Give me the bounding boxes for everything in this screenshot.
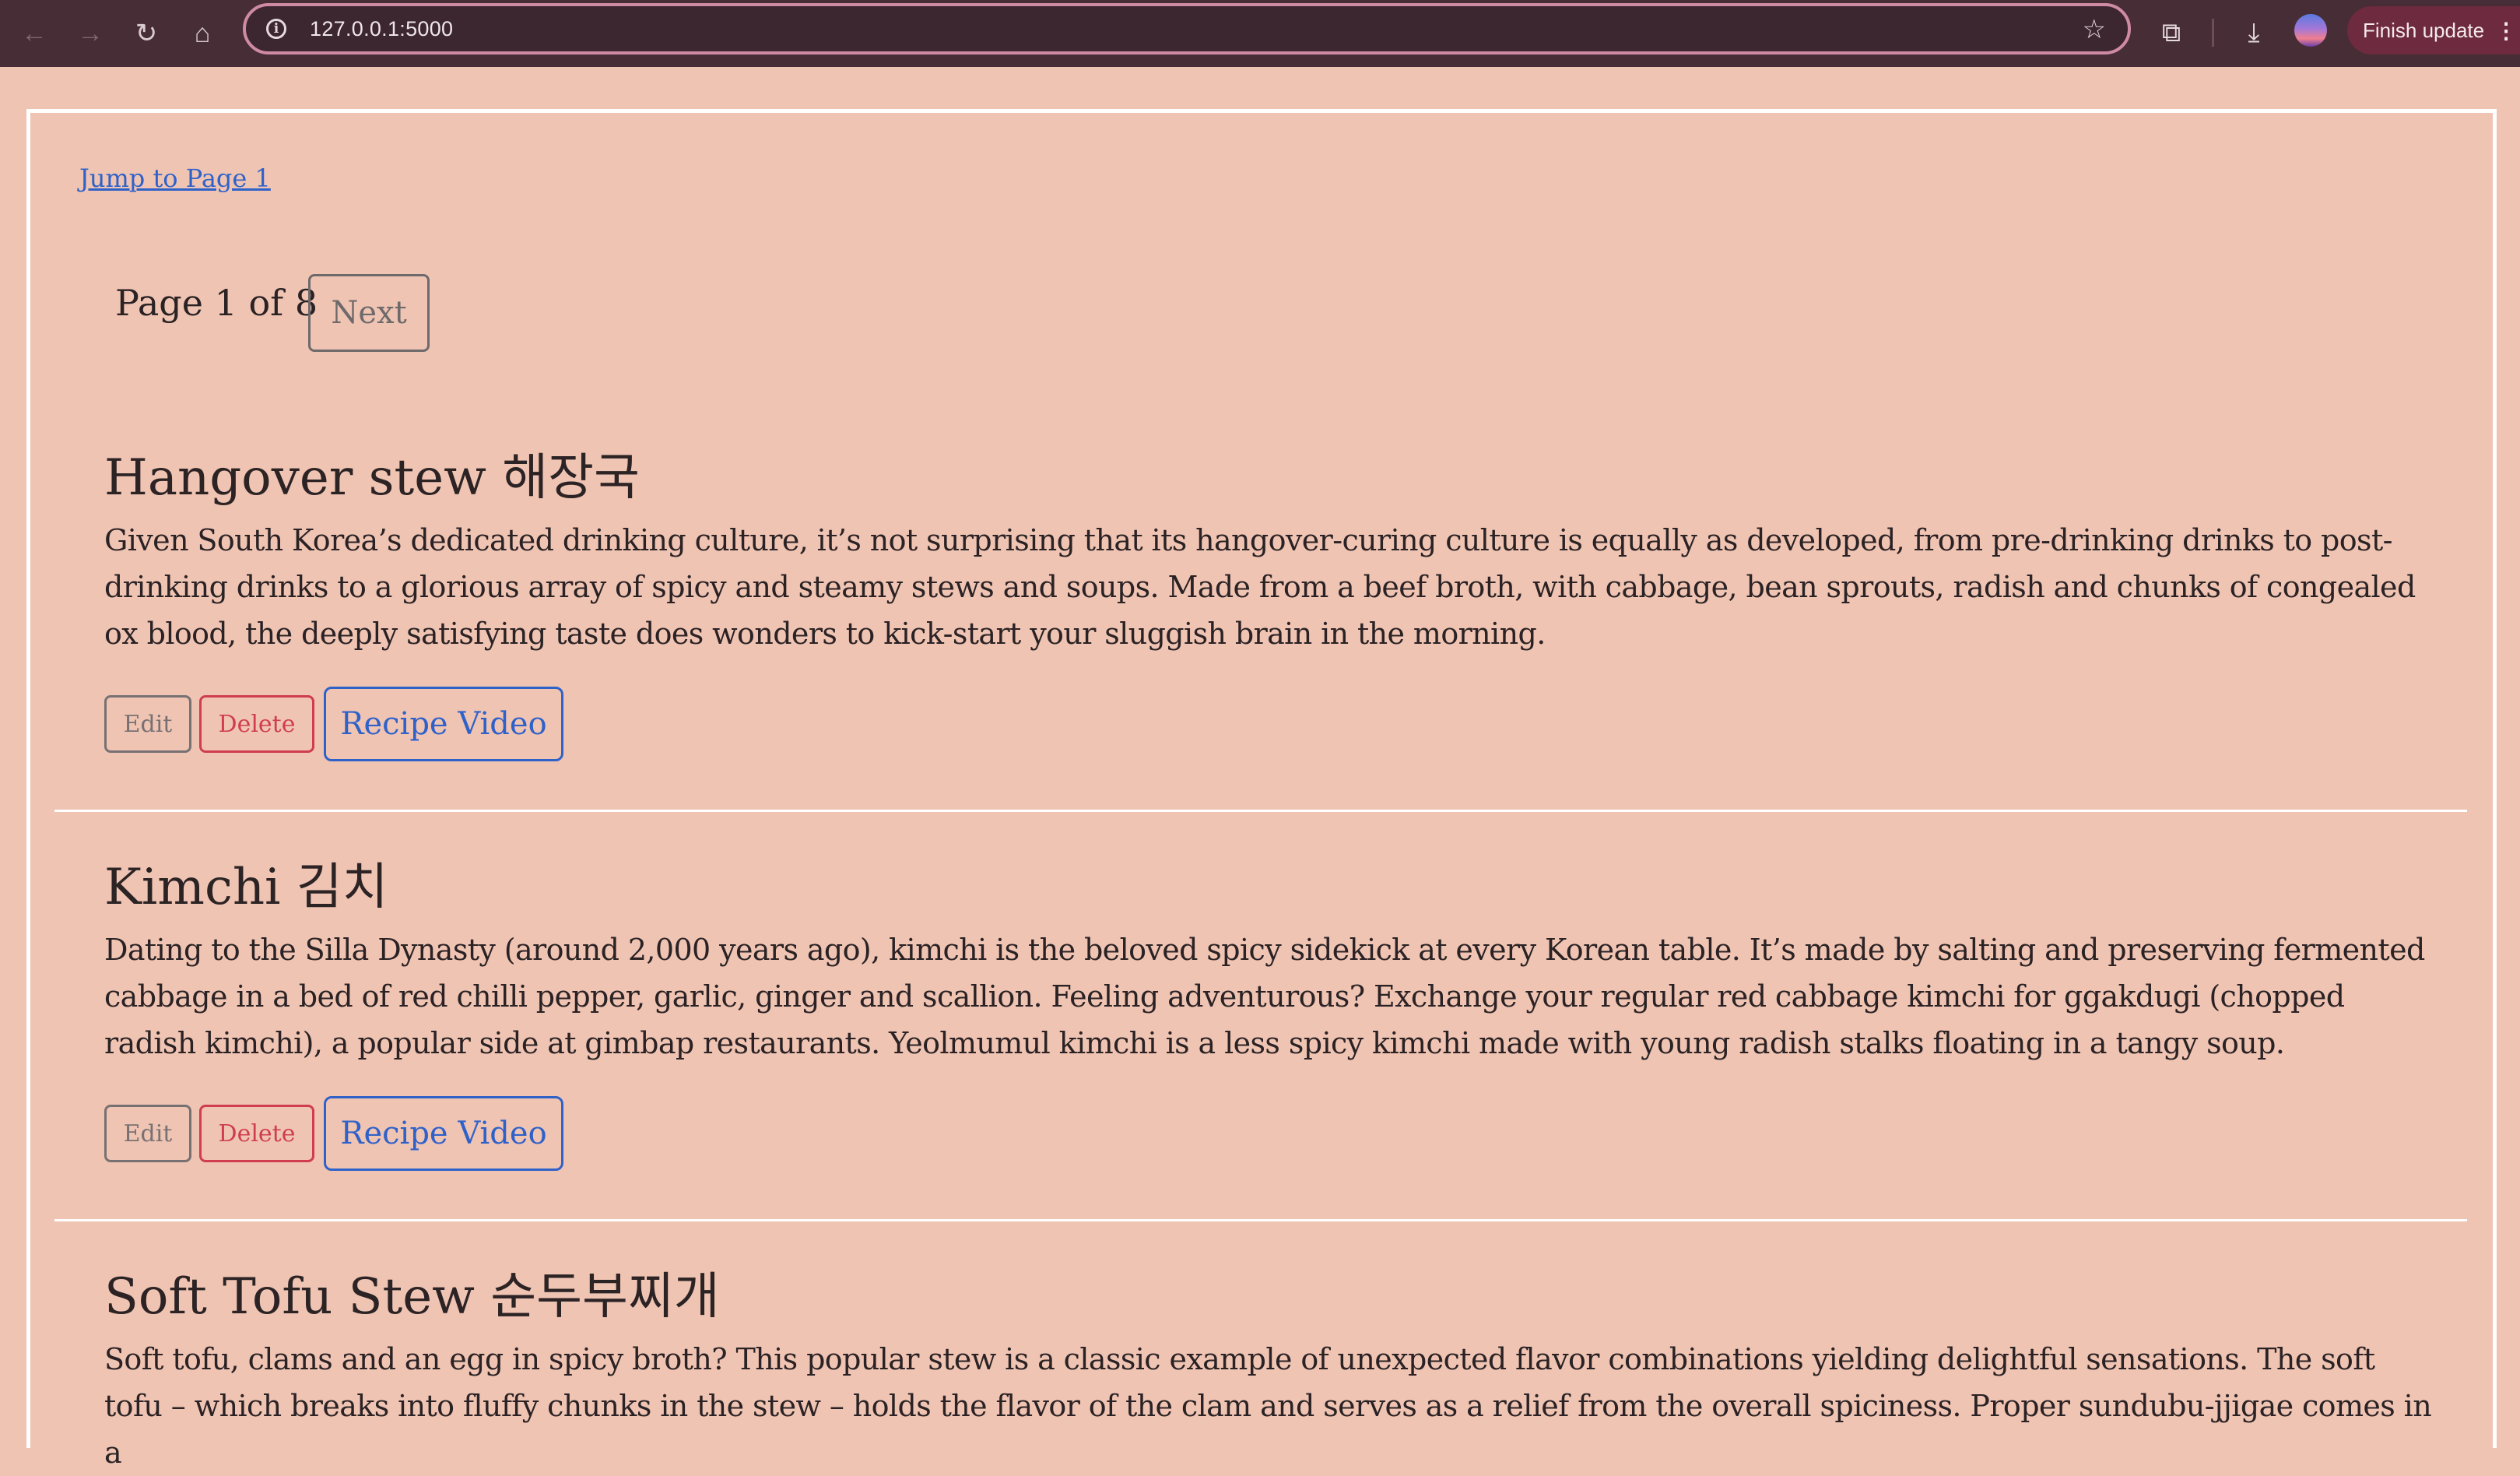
reload-icon[interactable]: ↻ bbox=[125, 12, 168, 55]
info-icon[interactable]: i bbox=[266, 19, 286, 39]
recipe-description: Soft tofu, clams and an egg in spicy bro… bbox=[104, 1342, 2432, 1470]
download-icon[interactable]: ⤓ bbox=[2230, 9, 2277, 56]
delete-button[interactable]: Delete bbox=[199, 1105, 314, 1162]
forward-icon[interactable]: → bbox=[68, 12, 112, 55]
next-page-button[interactable]: Next bbox=[308, 274, 430, 352]
recipe-divider bbox=[54, 1219, 2467, 1221]
recipe-card: Soft Tofu Stew 순두부찌개 Soft tofu, clams an… bbox=[104, 1264, 2439, 1476]
recipe-description: Dating to the Silla Dynasty (around 2,00… bbox=[104, 933, 2425, 1060]
recipe-title: Hangover stew 해장국 bbox=[104, 449, 640, 507]
edit-button[interactable]: Edit bbox=[104, 695, 191, 753]
page-indicator: Page 1 of 8 bbox=[115, 282, 318, 324]
recipe-title: Kimchi 김치 bbox=[104, 859, 388, 916]
toolbar-separator bbox=[2212, 19, 2214, 47]
recipe-card: Hangover stew 해장국 Given South Korea’s de… bbox=[104, 445, 2439, 761]
delete-button[interactable]: Delete bbox=[199, 695, 314, 753]
back-icon[interactable]: ← bbox=[12, 12, 56, 55]
finish-update-button[interactable]: Finish update ⋮ bbox=[2347, 6, 2520, 54]
finish-update-label: Finish update bbox=[2363, 18, 2485, 42]
recipe-video-button[interactable]: Recipe Video bbox=[324, 1096, 563, 1171]
extensions-icon[interactable]: ⧉ bbox=[2148, 9, 2195, 56]
browser-toolbar: ← → ↻ ⌂ i 127.0.0.1:5000 ☆ ⧉ ⤓ Finish up… bbox=[0, 0, 2520, 67]
more-icon[interactable]: ⋮ bbox=[2495, 18, 2517, 44]
recipe-divider bbox=[54, 810, 2467, 812]
star-icon[interactable]: ☆ bbox=[2083, 14, 2106, 45]
recipe-description: Given South Korea’s dedicated drinking c… bbox=[104, 523, 2416, 651]
recipe-card: Kimchi 김치 Dating to the Silla Dynasty (a… bbox=[104, 855, 2439, 1171]
home-icon[interactable]: ⌂ bbox=[181, 12, 224, 55]
url-text[interactable]: 127.0.0.1:5000 bbox=[310, 17, 453, 41]
recipe-video-button[interactable]: Recipe Video bbox=[324, 687, 563, 761]
jump-to-page-link[interactable]: Jump to Page 1 bbox=[79, 163, 271, 193]
address-bar[interactable]: i 127.0.0.1:5000 ☆ bbox=[243, 3, 2131, 54]
recipe-actions: Edit Delete Recipe Video bbox=[104, 687, 563, 761]
edit-button[interactable]: Edit bbox=[104, 1105, 191, 1162]
recipe-actions: Edit Delete Recipe Video bbox=[104, 1096, 563, 1171]
recipe-title: Soft Tofu Stew 순두부찌개 bbox=[104, 1268, 720, 1326]
profile-avatar[interactable] bbox=[2294, 14, 2327, 47]
